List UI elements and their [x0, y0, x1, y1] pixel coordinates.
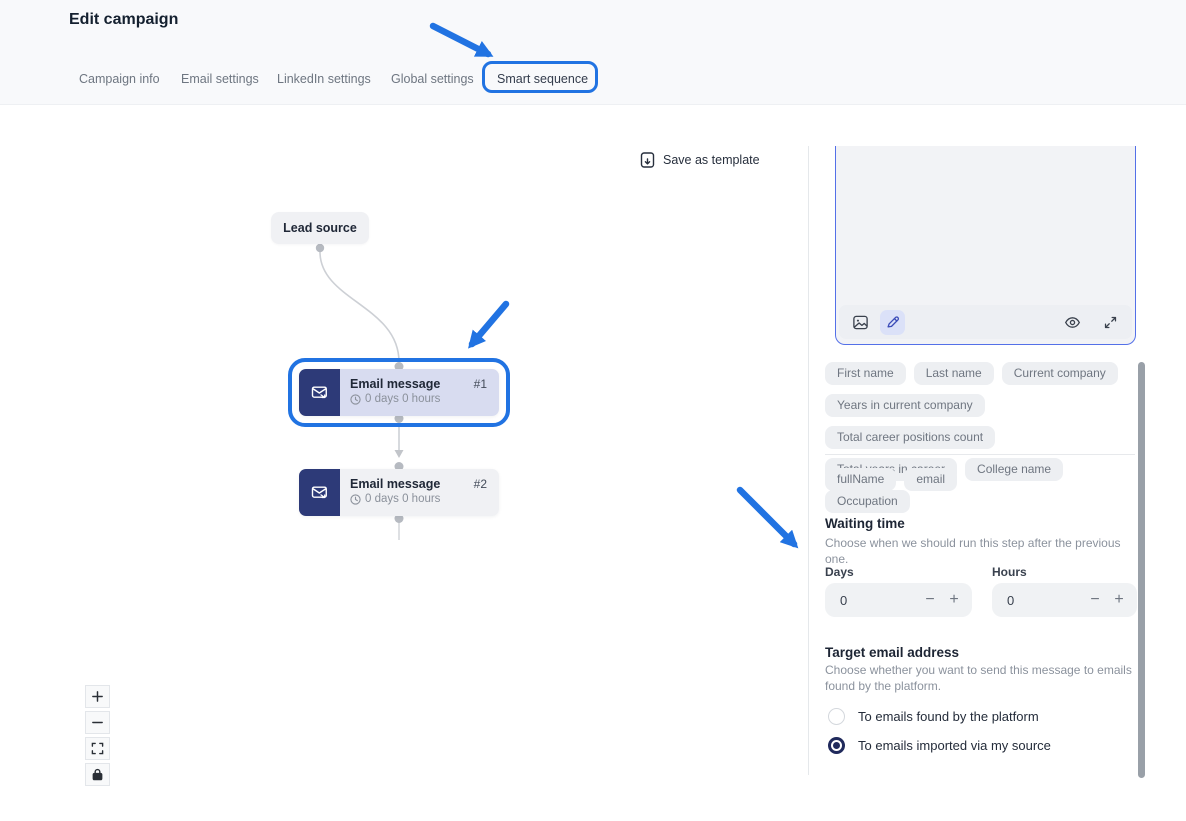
step-wait-time: 0 days 0 hours [365, 393, 440, 405]
days-decrement-button[interactable]: − [918, 588, 942, 612]
clock-icon [350, 494, 361, 505]
zoom-in-button[interactable] [85, 685, 110, 708]
email-step-node-2[interactable]: Email message #2 0 days 0 hours [299, 469, 499, 516]
file-plus-icon [640, 152, 655, 168]
edit-text-button[interactable] [880, 310, 905, 335]
save-as-template-label: Save as template [663, 153, 760, 167]
eye-icon [1064, 314, 1081, 331]
pencil-icon [885, 314, 901, 330]
waiting-time-description: Choose when we should run this step afte… [825, 535, 1141, 567]
zoom-out-button[interactable] [85, 711, 110, 734]
radio-button-unselected[interactable] [828, 708, 845, 725]
days-increment-button[interactable]: + [942, 588, 966, 612]
tab-email-settings[interactable]: Email settings [181, 72, 259, 86]
chip-fullname[interactable]: fullName [825, 468, 896, 491]
chip-total-career-positions-count[interactable]: Total career positions count [825, 426, 995, 449]
target-email-title: Target email address [825, 645, 959, 660]
step-number: #1 [474, 377, 487, 391]
days-label: Days [825, 565, 854, 579]
annotation-arrow-email-step [472, 304, 506, 344]
fit-view-button[interactable] [85, 737, 110, 760]
custom-chips: fullName email [825, 468, 1121, 491]
radio-label: To emails found by the platform [858, 709, 1039, 724]
chip-current-company[interactable]: Current company [1002, 362, 1118, 385]
image-icon [852, 314, 869, 331]
chip-years-in-current-company[interactable]: Years in current company [825, 394, 985, 417]
chip-first-name[interactable]: First name [825, 362, 906, 385]
hours-input[interactable] [1007, 593, 1083, 608]
canvas-controls [85, 685, 110, 786]
chip-occupation[interactable]: Occupation [825, 490, 910, 513]
message-editor[interactable] [835, 146, 1136, 345]
step-title: Email message [350, 477, 474, 491]
save-as-template-button[interactable]: Save as template [640, 152, 760, 168]
insert-image-button[interactable] [848, 310, 873, 335]
annotation-arrow-waiting-time [740, 490, 794, 544]
radio-label: To emails imported via my source [858, 738, 1051, 753]
panel-scrollbar[interactable] [1138, 362, 1145, 778]
lead-source-label: Lead source [283, 221, 357, 235]
days-input[interactable] [840, 593, 918, 608]
hours-increment-button[interactable]: + [1107, 588, 1131, 612]
chips-divider [825, 454, 1135, 455]
email-send-icon [299, 469, 340, 516]
step-wait-time: 0 days 0 hours [365, 493, 440, 505]
radio-option-emails-found[interactable]: To emails found by the platform [828, 708, 1039, 725]
chip-email[interactable]: email [904, 468, 957, 491]
tab-campaign-info[interactable]: Campaign info [79, 72, 160, 86]
editor-toolbar [839, 305, 1132, 339]
radio-option-emails-imported[interactable]: To emails imported via my source [828, 737, 1051, 754]
tab-linkedin-settings[interactable]: LinkedIn settings [277, 72, 371, 86]
email-step-node-1[interactable]: Email message #1 0 days 0 hours [299, 369, 499, 416]
expand-editor-button[interactable] [1098, 310, 1123, 335]
tab-global-settings[interactable]: Global settings [391, 72, 474, 86]
days-stepper: − + [825, 583, 972, 617]
expand-icon [1103, 315, 1118, 330]
minus-icon [91, 716, 104, 729]
step-number: #2 [474, 477, 487, 491]
preview-button[interactable] [1060, 310, 1085, 335]
page-header: Edit campaign Campaign info Email settin… [0, 0, 1186, 105]
hours-stepper: − + [992, 583, 1137, 617]
target-email-description: Choose whether you want to send this mes… [825, 662, 1141, 694]
hours-decrement-button[interactable]: − [1083, 588, 1107, 612]
page-title: Edit campaign [69, 11, 178, 29]
waiting-time-title: Waiting time [825, 516, 905, 531]
hours-label: Hours [992, 565, 1027, 579]
step-title: Email message [350, 377, 474, 391]
email-send-icon [299, 369, 340, 416]
lock-button[interactable] [85, 763, 110, 786]
edit-campaign-page: Edit campaign Campaign info Email settin… [0, 0, 1186, 821]
lock-icon [91, 768, 104, 781]
clock-icon [350, 394, 361, 405]
panel-divider [808, 146, 809, 775]
editor-toolbar-right [1060, 310, 1123, 335]
tab-smart-sequence[interactable]: Smart sequence [497, 72, 588, 86]
radio-button-selected[interactable] [828, 737, 845, 754]
lead-source-node[interactable]: Lead source [271, 212, 369, 244]
fit-view-icon [91, 742, 104, 755]
plus-icon [91, 690, 104, 703]
chip-last-name[interactable]: Last name [914, 362, 994, 385]
